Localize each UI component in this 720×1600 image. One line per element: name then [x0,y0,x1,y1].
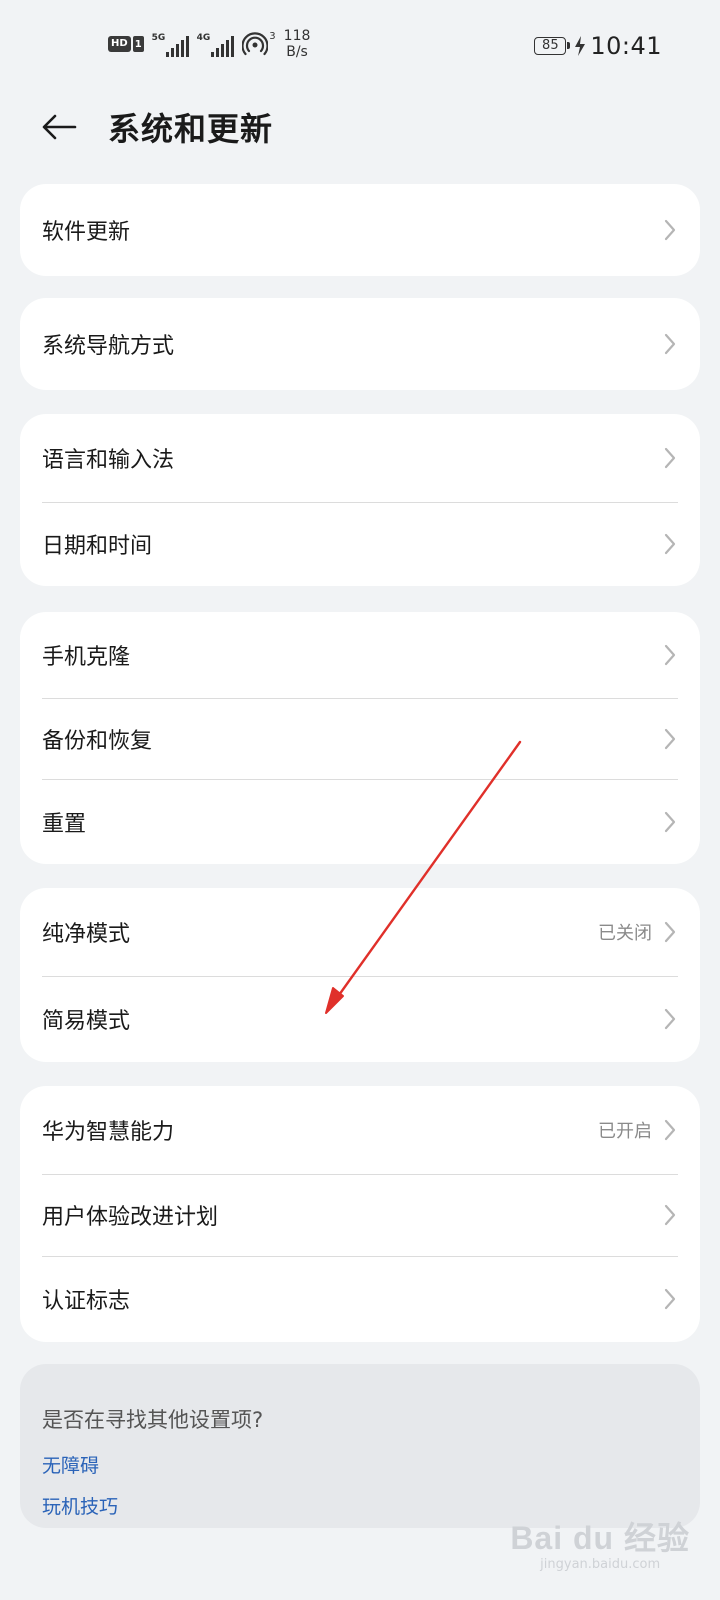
signal-5g-icon: 5G [152,31,189,57]
watermark-url: jingyan.baidu.com [540,1557,661,1572]
network-type-4g: 4G [196,33,211,43]
settings-item-reset[interactable]: 重置 [20,779,700,864]
settings-item-label: 语言和输入法 [42,448,175,473]
related-settings-card: 是否在寻找其他设置项? 无障碍 玩机技巧 [20,1364,700,1528]
hotspot-connection-count: 3 [269,31,276,42]
chevron-right-icon [662,1007,678,1031]
settings-item-label: 用户体验改进计划 [42,1205,219,1230]
settings-item-label: 备份和恢复 [42,728,153,754]
chevron-right-icon [662,446,678,470]
battery-icon: 85 [534,37,571,55]
status-bar-right: 85 10:41 [534,32,662,60]
status-clock: 10:41 [590,32,662,60]
status-bar-left: HD 1 5G 4G 3 118 B/s [108,28,310,60]
page-header: 系统和更新 [0,90,720,160]
settings-item-label: 日期和时间 [42,534,153,559]
chevron-right-icon [662,1118,678,1142]
settings-item-date-time[interactable]: 日期和时间 [20,502,700,586]
settings-item-label: 认证标志 [42,1289,131,1314]
chevron-right-icon [662,532,678,556]
watermark-logo: Bai du 经验 [510,1520,690,1556]
settings-item-status: 已关闭 [598,923,652,944]
network-speed-value: 118 [283,28,311,44]
arrow-left-icon [42,114,77,140]
network-speed: 118 B/s [284,28,311,60]
settings-item-label: 简易模式 [42,1009,131,1034]
sim-slot-badge: 1 [132,36,144,52]
accessibility-link[interactable]: 无障碍 [42,1451,99,1478]
settings-group-modes: 纯净模式 已关闭 简易模式 [20,888,700,1062]
settings-item-label: 软件更新 [42,220,131,245]
hotspot-icon: 3 [241,31,276,57]
chevron-right-icon [662,643,678,667]
network-type-5g: 5G [151,33,166,43]
settings-item-status: 已开启 [598,1121,652,1142]
settings-item-label: 手机克隆 [42,645,131,670]
settings-item-pure-mode[interactable]: 纯净模式 已关闭 [20,888,700,976]
settings-group-update: 软件更新 [20,184,700,276]
related-settings-title: 是否在寻找其他设置项? [42,1408,264,1432]
charging-bolt-icon [574,36,586,56]
chevron-right-icon [662,727,678,751]
chevron-right-icon [662,920,678,944]
chevron-right-icon [662,1203,678,1227]
settings-item-label: 重置 [42,811,87,837]
hd-voice-badge: HD [108,36,131,52]
settings-item-phone-clone[interactable]: 手机克隆 [20,612,700,698]
settings-item-certification[interactable]: 认证标志 [20,1256,700,1342]
settings-item-system-navigation[interactable]: 系统导航方式 [20,298,700,390]
settings-item-software-update[interactable]: 软件更新 [20,184,700,276]
settings-item-language-input[interactable]: 语言和输入法 [20,414,700,502]
settings-item-user-experience[interactable]: 用户体验改进计划 [20,1174,700,1256]
page-title: 系统和更新 [108,110,274,148]
settings-group-huawei: 华为智慧能力 已开启 用户体验改进计划 认证标志 [20,1086,700,1342]
signal-4g-icon: 4G [197,31,234,57]
settings-item-huawei-intelligence[interactable]: 华为智慧能力 已开启 [20,1086,700,1174]
chevron-right-icon [662,218,678,242]
settings-item-label: 系统导航方式 [42,334,175,359]
settings-item-simple-mode[interactable]: 简易模式 [20,976,700,1062]
network-speed-unit: B/s [286,44,308,60]
settings-group-language: 语言和输入法 日期和时间 [20,414,700,586]
settings-group-navigation: 系统导航方式 [20,298,700,390]
status-bar: HD 1 5G 4G 3 118 B/s 85 10:41 [0,0,720,90]
tips-link[interactable]: 玩机技巧 [42,1492,118,1519]
settings-item-label: 纯净模式 [42,922,131,947]
chevron-right-icon [662,332,678,356]
back-button[interactable] [34,102,84,152]
chevron-right-icon [662,810,678,834]
baidu-jingyan-watermark: Bai du 经验 jingyan.baidu.com [510,1513,690,1572]
chevron-right-icon [662,1287,678,1311]
settings-group-backup: 手机克隆 备份和恢复 重置 [20,612,700,864]
settings-item-backup-restore[interactable]: 备份和恢复 [20,698,700,779]
settings-item-label: 华为智慧能力 [42,1120,175,1145]
